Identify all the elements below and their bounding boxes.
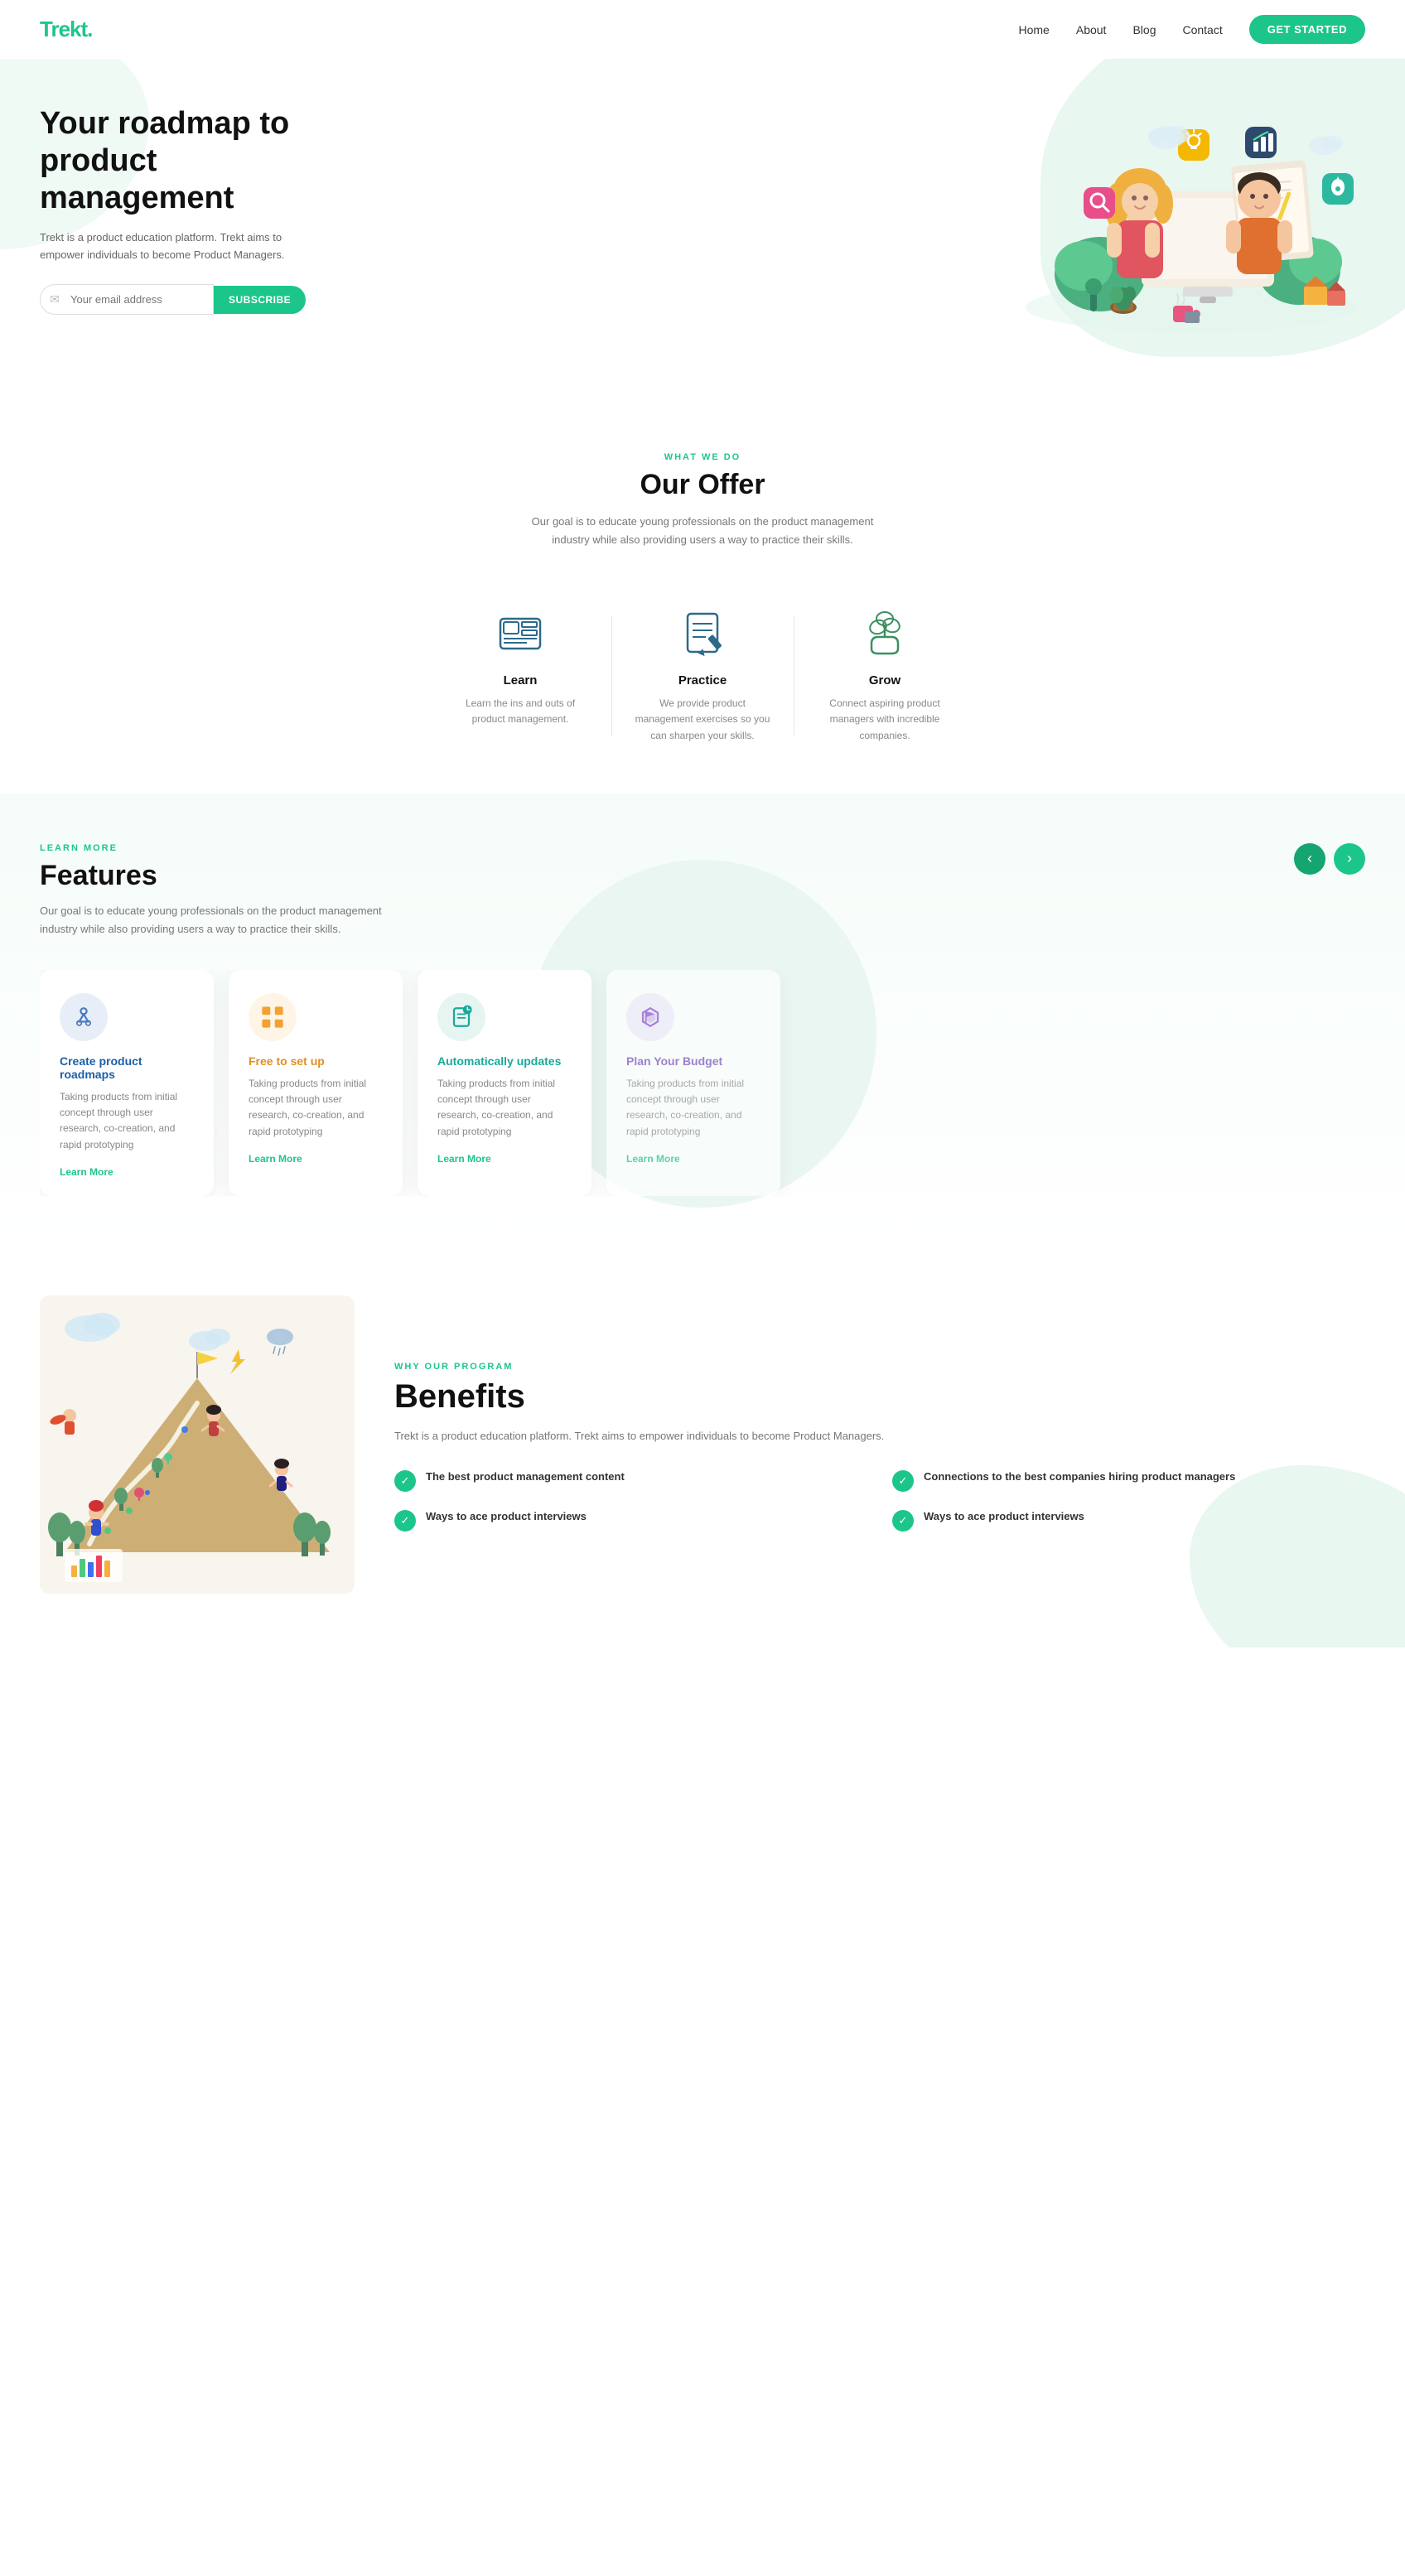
benefit-check-3: ✓	[892, 1510, 914, 1532]
offer-card-grow: Grow Connect aspiring product managers w…	[794, 591, 976, 760]
feature-card-roadmaps: Create product roadmaps Taking products …	[40, 970, 214, 1196]
roadmaps-card-title: Create product roadmaps	[60, 1054, 194, 1081]
updates-card-title: Automatically updates	[437, 1054, 572, 1068]
offer-section-label: WHAT WE DO	[40, 452, 1365, 462]
roadmaps-card-desc: Taking products from initial concept thr…	[60, 1089, 194, 1153]
benefits-section-label: WHY OUR PROGRAM	[394, 1362, 1365, 1372]
offer-cards: Learn Learn the ins and outs of product …	[40, 591, 1365, 760]
benefit-text-2: Ways to ace product interviews	[426, 1508, 587, 1525]
learn-card-title: Learn	[449, 673, 591, 687]
navbar: Trekt. Home About Blog Contact GET START…	[0, 0, 1405, 59]
nav-contact[interactable]: Contact	[1182, 23, 1222, 36]
nav-about[interactable]: About	[1076, 23, 1107, 36]
benefit-check-1: ✓	[892, 1470, 914, 1492]
email-icon: ✉	[50, 292, 60, 306]
nav-links: Home About Blog Contact GET STARTED	[1019, 15, 1366, 44]
nav-home[interactable]: Home	[1019, 23, 1050, 36]
features-section-label: LEARN MORE	[40, 843, 454, 853]
setup-card-desc: Taking products from initial concept thr…	[249, 1076, 383, 1140]
hero-content: Your roadmap to product management Trekt…	[40, 105, 321, 315]
benefits-section: WHY OUR PROGRAM Benefits Trekt is a prod…	[0, 1246, 1405, 1647]
plan-card-title: Plan Your Budget	[626, 1054, 760, 1068]
roadmaps-learn-more[interactable]: Learn More	[60, 1166, 113, 1178]
update-icon-wrap	[437, 993, 485, 1041]
features-prev-button[interactable]: ‹	[1294, 843, 1325, 875]
hero-subtitle: Trekt is a product education platform. T…	[40, 229, 321, 264]
benefit-item-1: ✓ Connections to the best companies hiri…	[892, 1469, 1365, 1492]
benefit-check-0: ✓	[394, 1470, 416, 1492]
setup-icon-wrap	[249, 993, 297, 1041]
offer-section: WHAT WE DO Our Offer Our goal is to educ…	[0, 394, 1405, 794]
benefits-desc: Trekt is a product education platform. T…	[394, 1427, 1365, 1445]
offer-subtitle: Our goal is to educate young professiona…	[512, 513, 893, 549]
benefits-grid: ✓ The best product management content ✓ …	[394, 1469, 1365, 1532]
features-nav: ‹ ›	[1294, 843, 1365, 875]
hero-section: Your roadmap to product management Trekt…	[0, 59, 1405, 394]
benefit-item-2: ✓ Ways to ace product interviews	[394, 1508, 867, 1532]
subscribe-button[interactable]: SUBSCRIBE	[214, 286, 306, 314]
benefit-item-0: ✓ The best product management content	[394, 1469, 867, 1492]
grow-card-title: Grow	[814, 673, 956, 687]
offer-card-practice: Practice We provide product management e…	[611, 591, 794, 760]
practice-card-desc: We provide product management exercises …	[631, 696, 774, 744]
benefit-check-2: ✓	[394, 1510, 416, 1532]
grow-card-desc: Connect aspiring product managers with i…	[814, 696, 956, 744]
learn-card-desc: Learn the ins and outs of product manage…	[449, 696, 591, 727]
feature-card-updates: Automatically updates Taking products fr…	[418, 970, 591, 1196]
practice-card-title: Practice	[631, 673, 774, 687]
nav-blog[interactable]: Blog	[1132, 23, 1156, 36]
features-subtitle: Our goal is to educate young professiona…	[40, 902, 388, 938]
benefit-text-3: Ways to ace product interviews	[924, 1508, 1084, 1525]
benefit-text-1: Connections to the best companies hiring…	[924, 1469, 1235, 1485]
practice-icon	[676, 607, 729, 660]
learn-icon	[494, 607, 547, 660]
logo[interactable]: Trekt.	[40, 17, 92, 42]
grow-icon	[858, 607, 911, 660]
offer-title: Our Offer	[40, 469, 1365, 501]
features-title: Features	[40, 860, 454, 892]
plan-learn-more[interactable]: Learn More	[626, 1153, 680, 1165]
plan-icon-wrap	[626, 993, 674, 1041]
feature-card-plan: Plan Your Budget Taking products from in…	[606, 970, 780, 1196]
hero-illustration	[1017, 75, 1365, 345]
benefits-content: WHY OUR PROGRAM Benefits Trekt is a prod…	[394, 1362, 1365, 1532]
hero-form: ✉ SUBSCRIBE	[40, 284, 321, 315]
feature-card-setup: Free to set up Taking products from init…	[229, 970, 403, 1196]
email-input[interactable]	[40, 284, 214, 315]
hero-title: Your roadmap to product management	[40, 105, 321, 216]
benefits-illustration	[40, 1295, 355, 1598]
updates-card-desc: Taking products from initial concept thr…	[437, 1076, 572, 1140]
benefits-title: Benefits	[394, 1378, 1365, 1416]
features-section: LEARN MORE Features Our goal is to educa…	[0, 794, 1405, 1246]
get-started-button[interactable]: GET STARTED	[1249, 15, 1365, 44]
features-next-button[interactable]: ›	[1334, 843, 1365, 875]
features-header: LEARN MORE Features Our goal is to educa…	[40, 843, 454, 938]
benefit-text-0: The best product management content	[426, 1469, 625, 1485]
setup-card-title: Free to set up	[249, 1054, 383, 1068]
plan-card-desc: Taking products from initial concept thr…	[626, 1076, 760, 1140]
updates-learn-more[interactable]: Learn More	[437, 1153, 491, 1165]
offer-card-learn: Learn Learn the ins and outs of product …	[429, 591, 611, 760]
setup-learn-more[interactable]: Learn More	[249, 1153, 302, 1165]
benefit-item-3: ✓ Ways to ace product interviews	[892, 1508, 1365, 1532]
features-cards: Create product roadmaps Taking products …	[40, 970, 1365, 1196]
roadmap-icon-wrap	[60, 993, 108, 1041]
hero-svg	[1017, 75, 1365, 340]
benefits-svg	[40, 1295, 355, 1594]
